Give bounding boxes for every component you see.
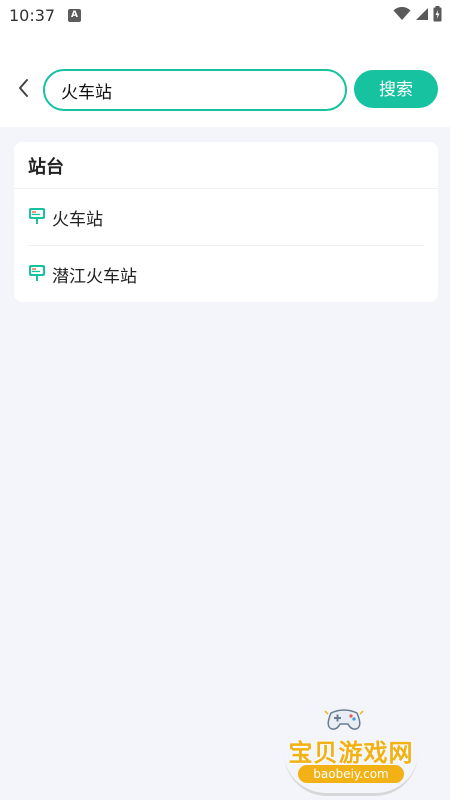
- status-icons: [393, 6, 442, 22]
- battery-icon: [433, 6, 442, 22]
- result-label: 火车站: [52, 210, 103, 230]
- status-time: 10:37: [9, 6, 56, 25]
- result-item[interactable]: 潜江火车站: [14, 246, 438, 302]
- back-arrow-icon[interactable]: [12, 76, 36, 100]
- wifi-icon: [393, 7, 411, 20]
- result-label: 潜江火车站: [52, 267, 137, 287]
- watermark-text: 宝贝游戏网: [288, 739, 414, 767]
- result-item[interactable]: 火车站: [14, 189, 438, 245]
- status-bar: 10:37 A: [0, 0, 450, 30]
- bus-stop-sign-icon: [29, 208, 45, 224]
- game-controller-icon: [324, 709, 364, 730]
- results-card: 站台 火车站 潜江火车站: [14, 142, 438, 302]
- section-title: 站台: [28, 157, 64, 178]
- notification-icon: A: [68, 9, 81, 22]
- signal-icon: [416, 8, 428, 20]
- search-field[interactable]: [43, 69, 347, 111]
- bus-stop-sign-icon: [29, 265, 45, 281]
- search-bar: 搜索: [0, 60, 450, 116]
- watermark: 宝贝游戏网 baobeiy.com: [276, 705, 426, 796]
- search-input[interactable]: [61, 71, 331, 109]
- search-button[interactable]: 搜索: [354, 70, 438, 108]
- watermark-url: baobeiy.com: [298, 765, 404, 783]
